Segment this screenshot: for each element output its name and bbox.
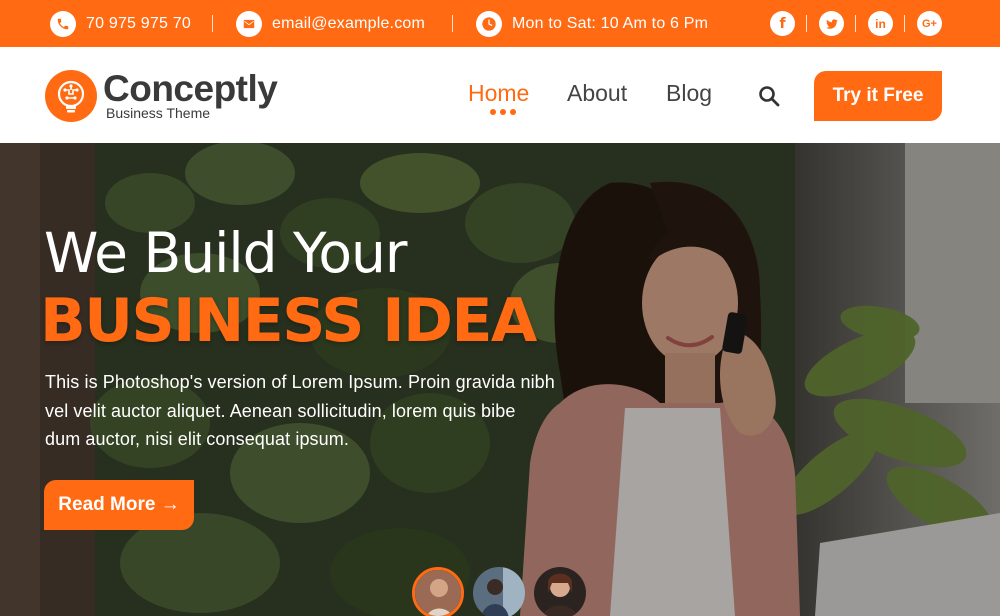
site-header: Conceptly Business Theme Home About Blog… — [0, 47, 1000, 143]
hero-heading-highlight: BUSINESS IDEA — [40, 286, 537, 356]
google-plus-icon[interactable]: G+ — [917, 11, 942, 36]
linkedin-glyph: in — [875, 16, 886, 31]
logo-title[interactable]: Conceptly — [103, 69, 278, 109]
business-hours: Mon to Sat: 10 Am to 6 Pm — [476, 0, 708, 47]
divider — [904, 15, 905, 32]
nav-blog[interactable]: Blog — [666, 79, 712, 107]
hero-description-line: This is Photoshop's version of Lorem Ips… — [45, 372, 555, 392]
nav-home[interactable]: Home — [468, 79, 529, 107]
envelope-icon — [236, 10, 262, 37]
divider — [212, 15, 213, 32]
top-info-bar: 70 975 975 70 email@example.com Mon to S… — [0, 0, 1000, 47]
nav-about[interactable]: About — [567, 79, 627, 107]
hero-slider: We Build Your BUSINESS IDEA This is Phot… — [0, 143, 1000, 616]
email-contact[interactable]: email@example.com — [236, 0, 425, 47]
hero-description: This is Photoshop's version of Lorem Ips… — [45, 368, 665, 454]
read-more-button[interactable]: Read More → — [44, 480, 194, 530]
phone-icon — [50, 10, 76, 37]
try-free-button[interactable]: Try it Free — [814, 71, 942, 121]
hours-text: Mon to Sat: 10 Am to 6 Pm — [512, 14, 709, 32]
clock-icon — [476, 10, 502, 37]
facebook-glyph: f — [779, 15, 786, 32]
facebook-icon[interactable]: f — [770, 11, 795, 36]
divider — [855, 15, 856, 32]
twitter-icon[interactable] — [819, 11, 844, 36]
slide-thumbnail-3[interactable] — [534, 567, 586, 616]
twitter-bird-icon — [825, 18, 838, 29]
phone-contact[interactable]: 70 975 975 70 — [50, 0, 191, 47]
hero-description-line: dum auctor, nisi elit consequat ipsum. — [45, 429, 349, 449]
phone-number: 70 975 975 70 — [86, 14, 191, 32]
divider — [452, 15, 453, 32]
linkedin-icon[interactable]: in — [868, 11, 893, 36]
hero-description-line: vel velit auctor aliquet. Aenean sollici… — [45, 400, 516, 421]
hero-heading: We Build Your — [44, 221, 407, 285]
logo-subtitle: Business Theme — [106, 105, 211, 121]
active-indicator — [490, 109, 516, 115]
logo-bulb-icon[interactable] — [45, 70, 97, 122]
google-plus-glyph: G+ — [922, 17, 937, 30]
email-address: email@example.com — [272, 14, 426, 32]
divider — [806, 15, 807, 32]
slide-thumbnail-2[interactable] — [473, 567, 525, 616]
slide-thumbnail-1[interactable] — [412, 567, 464, 616]
search-icon[interactable] — [757, 84, 781, 108]
